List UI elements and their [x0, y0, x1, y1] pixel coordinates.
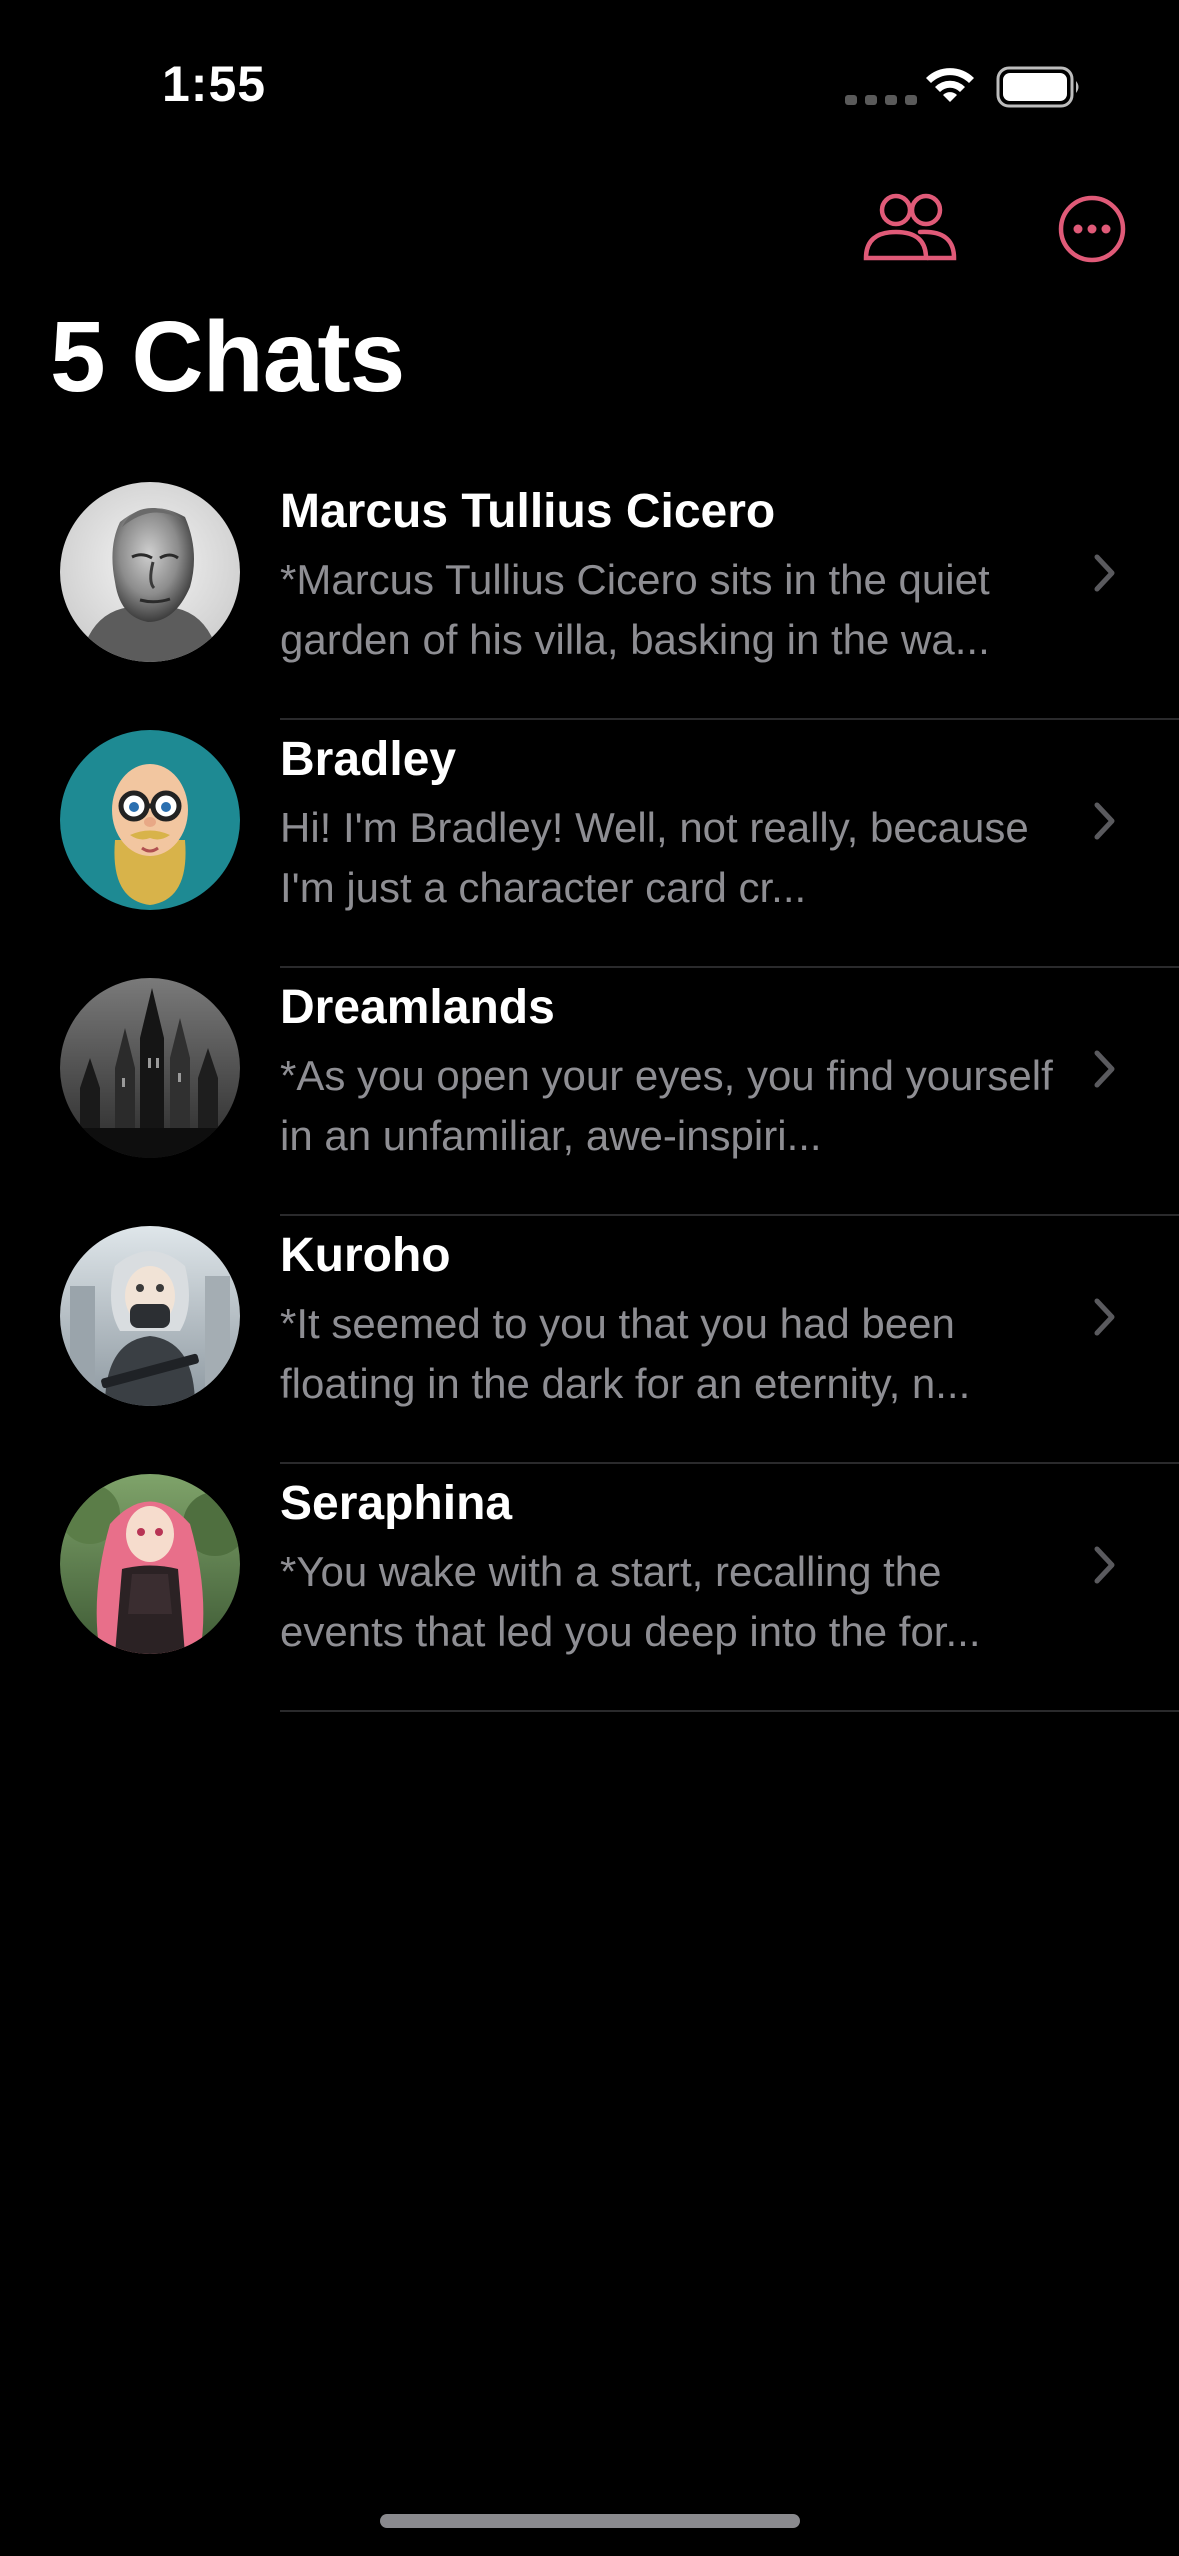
- chat-row-text: Dreamlands *As you open your eyes, you f…: [280, 978, 1080, 1166]
- cellular-signal-icon: [845, 95, 917, 105]
- chat-preview: *As you open your eyes, you find yoursel…: [280, 1052, 1053, 1159]
- chat-name: Seraphina: [280, 1477, 513, 1530]
- chevron-right-icon: [1094, 1050, 1115, 1088]
- battery-icon: [996, 66, 1079, 108]
- chevron-right-icon: [1094, 1298, 1115, 1336]
- people-icon: [863, 193, 957, 261]
- chat-row-text: Kuroho *It seemed to you that you had be…: [280, 1226, 1080, 1414]
- home-indicator[interactable]: [380, 2514, 800, 2528]
- cartoon-man-avatar: [60, 730, 240, 910]
- wifi-icon: [926, 68, 974, 102]
- chat-row-kuroho[interactable]: Kuroho *It seemed to you that you had be…: [0, 1216, 1179, 1464]
- chevron-right-icon: [1094, 1546, 1115, 1584]
- chat-row-text: Bradley Hi! I'm Bradley! Well, not reall…: [280, 730, 1080, 918]
- avatar: [60, 482, 240, 662]
- gothic-city-avatar: [60, 978, 240, 1158]
- chat-row-dreamlands[interactable]: Dreamlands *As you open your eyes, you f…: [0, 968, 1179, 1216]
- armored-girl-avatar: [60, 1226, 240, 1406]
- chat-row-bradley[interactable]: Bradley Hi! I'm Bradley! Well, not reall…: [0, 720, 1179, 968]
- chevron-right-icon: [1094, 802, 1115, 840]
- forest-girl-avatar: [60, 1474, 240, 1654]
- status-bar: 1:55: [0, 0, 1179, 150]
- chat-row-text: Marcus Tullius Cicero *Marcus Tullius Ci…: [280, 482, 1080, 670]
- marble-bust-avatar: [60, 482, 240, 662]
- people-button[interactable]: [862, 192, 958, 264]
- ellipsis-circle-icon: [1058, 195, 1126, 263]
- chat-row-marcus-tullius-cicero[interactable]: Marcus Tullius Cicero *Marcus Tullius Ci…: [0, 472, 1179, 720]
- chat-row-text: Seraphina *You wake with a start, recall…: [280, 1474, 1080, 1662]
- status-time: 1:55: [162, 56, 267, 112]
- chat-name: Bradley: [280, 733, 457, 786]
- chat-name: Marcus Tullius Cicero: [280, 485, 776, 538]
- page-title: 5 Chats: [50, 301, 405, 413]
- chat-name: Kuroho: [280, 1229, 451, 1282]
- chat-preview: *It seemed to you that you had been floa…: [280, 1300, 971, 1407]
- avatar: [60, 1474, 240, 1654]
- chat-preview: Hi! I'm Bradley! Well, not really, becau…: [280, 804, 1029, 911]
- chevron-right-icon: [1094, 554, 1115, 592]
- chat-row-seraphina[interactable]: Seraphina *You wake with a start, recall…: [0, 1464, 1179, 1712]
- avatar: [60, 978, 240, 1158]
- avatar: [60, 730, 240, 910]
- chat-list: Marcus Tullius Cicero *Marcus Tullius Ci…: [0, 472, 1179, 1712]
- more-options-button[interactable]: [1057, 194, 1127, 264]
- chat-preview: *Marcus Tullius Cicero sits in the quiet…: [280, 556, 990, 663]
- avatar: [60, 1226, 240, 1406]
- separator: [280, 1710, 1179, 1712]
- chat-preview: *You wake with a start, recalling the ev…: [280, 1548, 981, 1655]
- chat-name: Dreamlands: [280, 981, 555, 1034]
